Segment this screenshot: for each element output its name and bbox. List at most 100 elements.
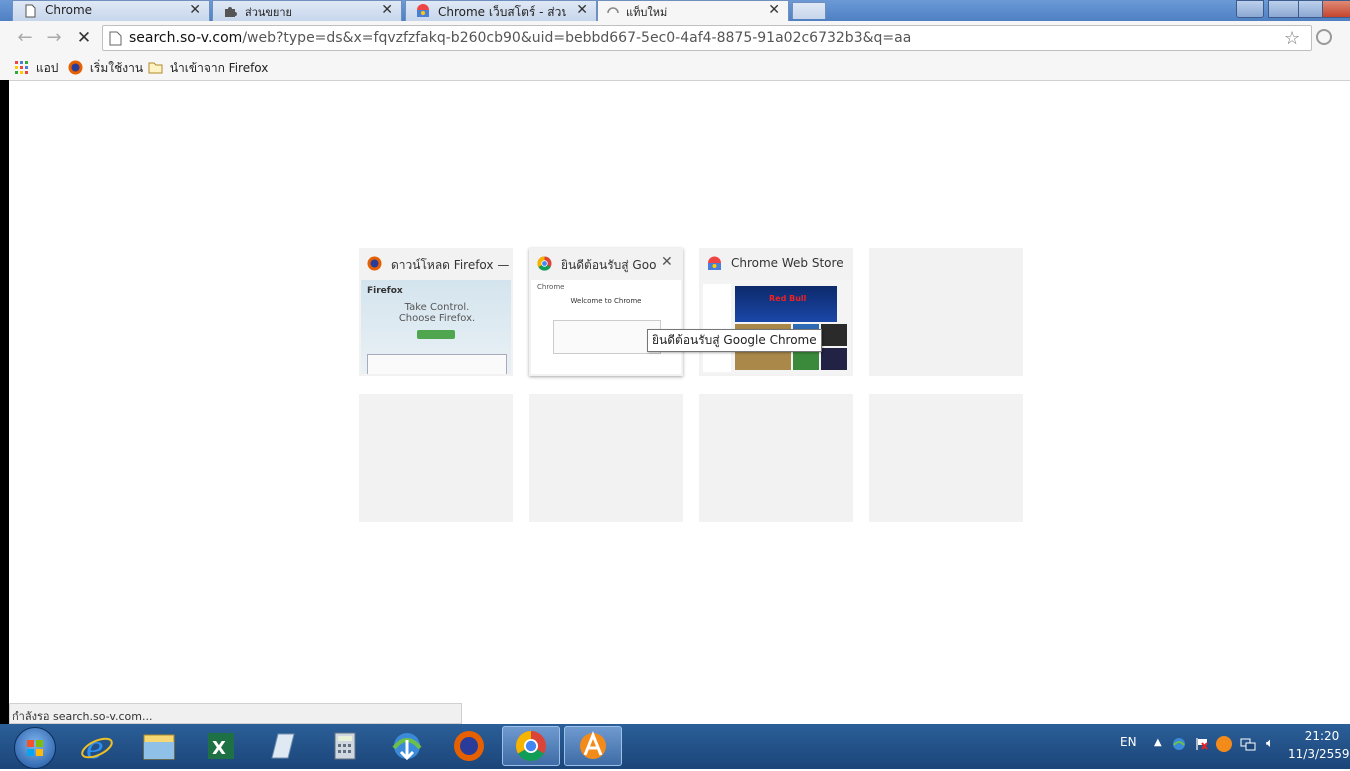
taskbar-explorer[interactable] (130, 726, 188, 766)
maximize-button[interactable] (1298, 0, 1324, 18)
close-icon[interactable]: ✕ (768, 2, 780, 18)
thumbnail-app-tile (821, 348, 847, 370)
close-icon[interactable]: ✕ (189, 2, 201, 18)
most-visited-tile-chrome-welcome[interactable]: ยินดีต้อนรับสู่ Goog ✕ Chrome Welcome to… (529, 248, 683, 376)
thumbnail-browser (367, 354, 507, 374)
language-indicator[interactable]: EN (1120, 735, 1137, 749)
minimize-button[interactable] (1268, 0, 1300, 18)
windows-logo-icon (27, 740, 43, 756)
taskbar: e X EN ▲ 🔈︎ 21:20 11/3/2559 (0, 724, 1350, 769)
network-globe-icon[interactable] (1172, 737, 1186, 751)
webstore-icon (416, 4, 430, 18)
tab-chrome[interactable]: Chrome ✕ (12, 0, 210, 21)
tab-label: Chrome เว็บสโตร์ - ส่วนขยาย (438, 5, 566, 19)
firefox-icon (68, 60, 83, 78)
star-icon[interactable]: ☆ (1284, 28, 1300, 49)
chrome-icon (537, 256, 552, 271)
tile-thumbnail: Chrome Welcome to Chrome (531, 280, 681, 374)
chrome-icon (515, 731, 546, 762)
puzzle-icon (223, 4, 237, 18)
close-icon[interactable]: ✕ (576, 2, 588, 18)
bookmark-apps[interactable]: แอป (14, 59, 58, 78)
page-icon (23, 4, 37, 18)
most-visited-tile-empty (359, 394, 513, 522)
thumbnail-app-tile (821, 324, 847, 346)
download-manager-icon (392, 733, 422, 761)
avast-tray-icon[interactable] (1216, 736, 1232, 752)
forward-button[interactable]: → (43, 27, 65, 49)
tab-label: แท็บใหม่ (626, 6, 668, 19)
volume-icon[interactable]: 🔈︎ (1266, 736, 1274, 751)
thumbnail-brand: Red Bull (769, 294, 807, 303)
tooltip: ยินดีต้อนรับสู่ Google Chrome (647, 329, 822, 352)
most-visited-tile-webstore[interactable]: Chrome Web Store Red Bull (699, 248, 853, 376)
apps-grid-icon (14, 60, 28, 77)
url-text: search.so-v.com/web?type=ds&x=fqvzfzfakq… (129, 30, 911, 46)
tile-title: ยินดีต้อนรับสู่ Goog (561, 258, 657, 272)
clock-date[interactable]: 11/3/2559 (1288, 747, 1350, 761)
bookmark-label: แอป (35, 61, 59, 75)
most-visited-tile-empty (869, 394, 1023, 522)
extension-icon[interactable] (1316, 29, 1332, 45)
taskbar-calculator[interactable] (316, 726, 374, 766)
most-visited-tile-empty (529, 394, 683, 522)
excel-icon: X (208, 733, 234, 759)
start-button[interactable] (14, 727, 56, 769)
most-visited-tile-empty (869, 248, 1023, 376)
tile-title: ดาวน์โหลด Firefox — เ (391, 258, 509, 272)
thumbnail-headline: Take Control. Choose Firefox. (398, 302, 476, 324)
bookmarks-bar: แอป เริ่มใช้งาน นำเข้าจาก Firefox (0, 56, 1350, 81)
tab-label: ส่วนขยาย (245, 6, 292, 19)
close-icon[interactable]: ✕ (661, 254, 673, 270)
loading-icon (606, 4, 620, 18)
taskbar-excel[interactable]: X (192, 726, 250, 766)
folder-icon (148, 61, 163, 77)
bookmark-label: นำเข้าจาก Firefox (169, 61, 269, 75)
window-edge (0, 80, 9, 724)
bookmark-label: เริ่มใช้งาน (89, 61, 144, 75)
tab-new-tab[interactable]: แท็บใหม่ ✕ (597, 0, 789, 22)
tab-label: Chrome (45, 3, 93, 17)
thumbnail-brand: Firefox (367, 286, 403, 296)
taskbar-download-manager[interactable] (378, 726, 436, 766)
thumbnail-banner: Red Bull (735, 286, 837, 322)
tab-extensions[interactable]: ส่วนขยาย ✕ (212, 0, 402, 21)
close-icon[interactable]: ✕ (381, 2, 393, 18)
thumbnail-sidebar (703, 284, 731, 372)
svg-text:X: X (212, 738, 226, 759)
taskbar-avast[interactable] (564, 726, 622, 766)
firefox-icon (454, 731, 484, 761)
notepad-icon (271, 733, 295, 759)
network-icon[interactable] (1240, 737, 1256, 751)
taskbar-chrome[interactable] (502, 726, 560, 766)
stop-button[interactable]: ✕ (73, 27, 95, 49)
back-button[interactable]: ← (14, 27, 36, 49)
thumbnail-illustration (553, 320, 661, 354)
thumbnail-download-button (417, 330, 455, 339)
tab-strip: Chrome ✕ ส่วนขยาย ✕ Chrome เว็บสโตร์ - ส… (0, 0, 1350, 22)
show-hidden-icons[interactable]: ▲ (1154, 737, 1162, 748)
user-icon[interactable] (1236, 0, 1264, 18)
new-tab-button[interactable] (792, 2, 826, 19)
tile-thumbnail: Firefox Take Control. Choose Firefox. (361, 280, 511, 374)
avast-icon (580, 730, 606, 759)
taskbar-firefox[interactable] (440, 726, 498, 766)
thumbnail-brand: Chrome (537, 283, 565, 291)
taskbar-ie[interactable]: e (68, 726, 126, 766)
action-center-flag-icon[interactable] (1195, 737, 1209, 751)
clock-time[interactable]: 21:20 (1294, 729, 1350, 743)
bookmark-imported-folder[interactable]: นำเข้าจาก Firefox (148, 59, 268, 78)
most-visited-tile-firefox[interactable]: ดาวน์โหลด Firefox — เ Firefox Take Contr… (359, 248, 513, 376)
url-host: search.so-v.com (129, 30, 243, 46)
bookmark-getting-started[interactable]: เริ่มใช้งาน (68, 59, 143, 78)
tile-thumbnail: Red Bull (701, 280, 851, 374)
system-tray: EN ▲ 🔈︎ 21:20 11/3/2559 (1110, 724, 1350, 769)
tile-title: Chrome Web Store (731, 256, 844, 270)
address-bar[interactable]: search.so-v.com/web?type=ds&x=fqvzfzfakq… (102, 25, 1312, 51)
url-path: /web?type=ds&x=fqvzfzfakq-b260cb90&uid=b… (242, 30, 912, 46)
window-close-button[interactable] (1322, 0, 1350, 18)
tab-webstore[interactable]: Chrome เว็บสโตร์ - ส่วนขยาย ✕ (405, 0, 597, 21)
taskbar-notes[interactable] (254, 726, 312, 766)
page-icon (109, 31, 122, 49)
internet-explorer-icon: e (81, 731, 113, 766)
